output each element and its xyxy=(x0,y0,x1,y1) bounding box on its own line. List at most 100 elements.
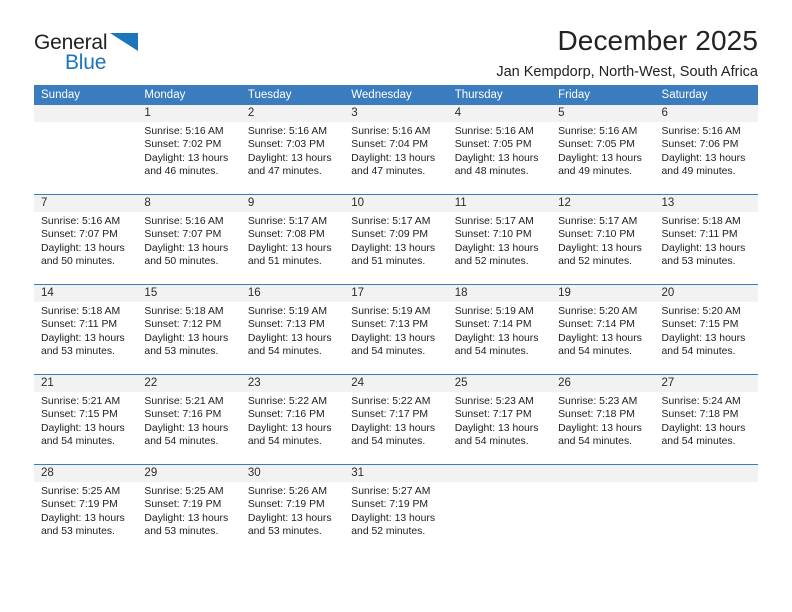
calendar-day-cell[interactable]: 29 Sunrise: 5:25 AM Sunset: 7:19 PM Dayligh… xyxy=(137,464,241,554)
day-info-line: Sunrise: 5:26 AM xyxy=(247,486,327,497)
day-info-line: Daylight: 13 hours xyxy=(144,332,229,344)
day-sun-info: Sunrise: 5:25 AM Sunset: 7:19 PM Daylight:… xyxy=(137,482,240,539)
day-number: 30 xyxy=(240,465,345,482)
day-cell-content: 14 Sunrise: 5:18 AM Sunset: 7:11 PM Dayligh… xyxy=(34,285,138,374)
calendar-week-row: 21 Sunrise: 5:21 AM Sunset: 7:15 PM Dayligh… xyxy=(34,374,758,465)
day-info-line: Sunset: 7:04 PM xyxy=(351,139,429,151)
calendar-day-cell-empty xyxy=(551,464,655,554)
calendar-day-cell[interactable]: 24 Sunrise: 5:22 AM Sunset: 7:17 PM Dayligh… xyxy=(344,374,448,465)
calendar-day-cell[interactable]: 22 Sunrise: 5:21 AM Sunset: 7:16 PM Dayligh… xyxy=(137,374,241,465)
calendar-day-cell[interactable]: 4 Sunrise: 5:16 AM Sunset: 7:05 PM Daylight… xyxy=(447,105,552,195)
day-number: 17 xyxy=(344,285,448,302)
day-info-line: Sunrise: 5:24 AM xyxy=(661,396,741,407)
calendar-day-cell[interactable]: 13 Sunrise: 5:18 AM Sunset: 7:11 PM Dayligh… xyxy=(654,194,758,285)
day-info-line: Sunset: 7:05 PM xyxy=(558,139,635,151)
calendar-day-cell[interactable]: 11 Sunrise: 5:17 AM Sunset: 7:10 PM Dayligh… xyxy=(447,194,552,285)
day-number: 13 xyxy=(654,195,758,212)
calendar-day-cell[interactable]: 20 Sunrise: 5:20 AM Sunset: 7:15 PM Dayligh… xyxy=(654,284,758,375)
day-info-line: Sunrise: 5:19 AM xyxy=(351,306,431,317)
day-info-line: and 53 minutes. xyxy=(144,526,219,538)
calendar-day-cell[interactable]: 1 Sunrise: 5:16 AM Sunset: 7:02 PM Daylight… xyxy=(137,105,241,195)
day-info-line: Sunrise: 5:23 AM xyxy=(558,396,638,407)
calendar-day-cell[interactable]: 30 Sunrise: 5:26 AM Sunset: 7:19 PM Dayligh… xyxy=(240,464,345,554)
generalblue-logo[interactable]: General Blue xyxy=(34,26,154,78)
day-sun-info xyxy=(34,122,137,125)
calendar-day-cell[interactable]: 14 Sunrise: 5:18 AM Sunset: 7:11 PM Dayligh… xyxy=(34,284,138,375)
day-cell-content: 11 Sunrise: 5:17 AM Sunset: 7:10 PM Dayligh… xyxy=(447,195,552,284)
day-info-line: Daylight: 13 hours xyxy=(661,422,746,434)
day-cell-content: 21 Sunrise: 5:21 AM Sunset: 7:15 PM Dayligh… xyxy=(34,375,138,464)
calendar-day-cell[interactable]: 12 Sunrise: 5:17 AM Sunset: 7:10 PM Dayligh… xyxy=(551,194,655,285)
day-info-line: Sunset: 7:08 PM xyxy=(247,229,325,241)
day-info-line: Sunset: 7:18 PM xyxy=(558,409,635,421)
day-number: 10 xyxy=(344,195,448,212)
calendar-day-cell[interactable]: 28 Sunrise: 5:25 AM Sunset: 7:19 PM Dayligh… xyxy=(34,464,138,554)
calendar-day-cell[interactable]: 19 Sunrise: 5:20 AM Sunset: 7:14 PM Dayligh… xyxy=(551,284,655,375)
day-number: 4 xyxy=(447,105,552,122)
calendar-day-cell[interactable]: 8 Sunrise: 5:16 AM Sunset: 7:07 PM Daylight… xyxy=(137,194,241,285)
day-sun-info: Sunrise: 5:19 AM Sunset: 7:14 PM Daylight:… xyxy=(448,302,551,359)
day-info-line: Sunrise: 5:18 AM xyxy=(41,306,121,317)
day-sun-info xyxy=(448,482,551,485)
day-cell-content xyxy=(551,465,655,554)
calendar-day-cell[interactable]: 21 Sunrise: 5:21 AM Sunset: 7:15 PM Dayligh… xyxy=(34,374,138,465)
day-number: 6 xyxy=(654,105,758,122)
day-info-line: Sunset: 7:15 PM xyxy=(661,319,739,331)
day-info-line: and 52 minutes. xyxy=(454,256,529,268)
day-info-line: and 49 minutes. xyxy=(558,166,633,178)
weekday-header-saturday: Saturday xyxy=(654,85,758,105)
calendar-day-cell[interactable]: 25 Sunrise: 5:23 AM Sunset: 7:17 PM Dayligh… xyxy=(447,374,552,465)
calendar-day-cell[interactable]: 7 Sunrise: 5:16 AM Sunset: 7:07 PM Daylight… xyxy=(34,194,138,285)
day-number: 20 xyxy=(654,285,758,302)
day-info-line: Sunset: 7:19 PM xyxy=(351,499,429,511)
calendar-week-row: 28 Sunrise: 5:25 AM Sunset: 7:19 PM Dayligh… xyxy=(34,464,758,554)
day-cell-content: 6 Sunrise: 5:16 AM Sunset: 7:06 PM Daylight… xyxy=(654,105,758,194)
day-cell-content: 15 Sunrise: 5:18 AM Sunset: 7:12 PM Dayligh… xyxy=(137,285,241,374)
day-cell-content: 9 Sunrise: 5:17 AM Sunset: 7:08 PM Daylight… xyxy=(240,195,345,284)
day-info-line: and 54 minutes. xyxy=(558,346,633,358)
calendar-day-cell[interactable]: 26 Sunrise: 5:23 AM Sunset: 7:18 PM Dayligh… xyxy=(551,374,655,465)
calendar-day-cell-empty xyxy=(34,105,138,195)
day-number: 2 xyxy=(240,105,345,122)
day-info-line: Sunset: 7:13 PM xyxy=(351,319,429,331)
calendar-day-cell[interactable]: 15 Sunrise: 5:18 AM Sunset: 7:12 PM Dayligh… xyxy=(137,284,241,375)
day-info-line: Daylight: 13 hours xyxy=(454,422,539,434)
calendar-page: General Blue December 2025 Jan Kempdorp,… xyxy=(0,0,792,612)
calendar-day-cell[interactable]: 9 Sunrise: 5:17 AM Sunset: 7:08 PM Daylight… xyxy=(240,194,345,285)
day-info-line: Daylight: 13 hours xyxy=(661,242,746,254)
day-info-line: Sunset: 7:17 PM xyxy=(454,409,532,421)
day-info-line: Daylight: 13 hours xyxy=(558,152,642,164)
day-number: 31 xyxy=(344,465,448,482)
day-info-line: Sunset: 7:09 PM xyxy=(351,229,429,241)
day-info-line: and 54 minutes. xyxy=(144,436,219,448)
day-sun-info: Sunrise: 5:17 AM Sunset: 7:08 PM Daylight:… xyxy=(241,212,344,269)
day-cell-content: 2 Sunrise: 5:16 AM Sunset: 7:03 PM Daylight… xyxy=(240,105,345,194)
calendar-day-cell-empty xyxy=(447,464,552,554)
calendar-day-cell[interactable]: 27 Sunrise: 5:24 AM Sunset: 7:18 PM Dayligh… xyxy=(654,374,758,465)
calendar-day-cell[interactable]: 5 Sunrise: 5:16 AM Sunset: 7:05 PM Daylight… xyxy=(551,105,655,195)
calendar-day-cell[interactable]: 10 Sunrise: 5:17 AM Sunset: 7:09 PM Dayligh… xyxy=(344,194,448,285)
day-info-line: Sunrise: 5:16 AM xyxy=(144,216,224,227)
day-info-line: Sunset: 7:14 PM xyxy=(454,319,532,331)
calendar-day-cell[interactable]: 16 Sunrise: 5:19 AM Sunset: 7:13 PM Dayligh… xyxy=(240,284,345,375)
day-info-line: Sunrise: 5:20 AM xyxy=(661,306,741,317)
calendar-day-cell[interactable]: 23 Sunrise: 5:22 AM Sunset: 7:16 PM Dayligh… xyxy=(240,374,345,465)
day-info-line: Sunset: 7:02 PM xyxy=(144,139,222,151)
day-sun-info: Sunrise: 5:17 AM Sunset: 7:09 PM Daylight:… xyxy=(344,212,447,269)
day-info-line: Sunset: 7:10 PM xyxy=(558,229,635,241)
day-sun-info: Sunrise: 5:24 AM Sunset: 7:18 PM Daylight:… xyxy=(655,392,758,449)
day-sun-info: Sunrise: 5:16 AM Sunset: 7:05 PM Daylight:… xyxy=(551,122,654,179)
day-cell-content: 31 Sunrise: 5:27 AM Sunset: 7:19 PM Dayligh… xyxy=(344,465,448,554)
day-sun-info: Sunrise: 5:19 AM Sunset: 7:13 PM Daylight:… xyxy=(241,302,344,359)
calendar-day-cell[interactable]: 18 Sunrise: 5:19 AM Sunset: 7:14 PM Dayligh… xyxy=(447,284,552,375)
calendar-day-cell[interactable]: 3 Sunrise: 5:16 AM Sunset: 7:04 PM Daylight… xyxy=(344,105,448,195)
calendar-day-cell[interactable]: 6 Sunrise: 5:16 AM Sunset: 7:06 PM Daylight… xyxy=(654,105,758,195)
calendar-day-cell[interactable]: 2 Sunrise: 5:16 AM Sunset: 7:03 PM Daylight… xyxy=(240,105,345,195)
calendar-day-cell[interactable]: 17 Sunrise: 5:19 AM Sunset: 7:13 PM Dayligh… xyxy=(344,284,448,375)
day-info-line: Sunset: 7:06 PM xyxy=(661,139,739,151)
day-cell-content: 1 Sunrise: 5:16 AM Sunset: 7:02 PM Daylight… xyxy=(137,105,241,194)
day-cell-content: 26 Sunrise: 5:23 AM Sunset: 7:18 PM Dayligh… xyxy=(551,375,655,464)
day-number: 8 xyxy=(137,195,241,212)
calendar-day-cell[interactable]: 31 Sunrise: 5:27 AM Sunset: 7:19 PM Dayligh… xyxy=(344,464,448,554)
day-number: 29 xyxy=(137,465,241,482)
